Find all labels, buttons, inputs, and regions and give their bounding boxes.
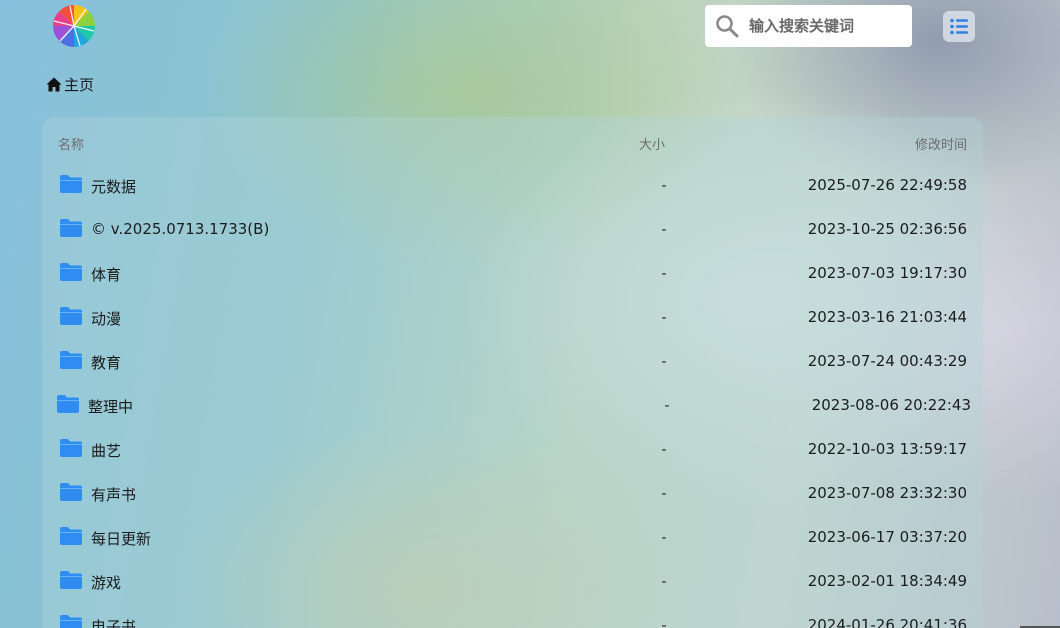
search-input[interactable] bbox=[749, 13, 904, 39]
column-header-size[interactable]: 大小 bbox=[639, 134, 665, 153]
file-name[interactable]: 教育 bbox=[91, 352, 121, 373]
search-box[interactable] bbox=[705, 5, 912, 47]
file-name[interactable]: 每日更新 bbox=[91, 528, 151, 549]
table-row[interactable]: 教育 - 2023-07-24 00:43:29 bbox=[42, 339, 983, 383]
file-size: - bbox=[661, 220, 667, 238]
file-size: - bbox=[661, 352, 667, 370]
table-row[interactable]: 元数据 - 2025-07-26 22:49:58 bbox=[42, 163, 983, 207]
table-row[interactable]: 游戏 - 2023-02-01 18:34:49 bbox=[42, 559, 983, 603]
home-icon bbox=[46, 77, 62, 91]
file-size: - bbox=[664, 396, 670, 414]
file-size: - bbox=[661, 616, 667, 628]
file-name[interactable]: 整理中 bbox=[88, 396, 133, 417]
file-modified-time: 2023-07-24 00:43:29 bbox=[807, 352, 967, 370]
file-modified-time: 2023-08-06 20:22:43 bbox=[811, 396, 971, 414]
folder-icon bbox=[59, 174, 83, 194]
file-modified-time: 2023-03-16 21:03:44 bbox=[807, 308, 967, 326]
file-modified-time: 2023-10-25 02:36:56 bbox=[807, 220, 967, 238]
list-view-icon bbox=[950, 18, 968, 35]
file-size: - bbox=[661, 264, 667, 282]
table-row[interactable]: 每日更新 - 2023-06-17 03:37:20 bbox=[42, 515, 983, 559]
file-modified-time: 2023-07-08 23:32:30 bbox=[807, 484, 967, 502]
search-icon bbox=[716, 15, 739, 38]
site-logo[interactable] bbox=[52, 4, 96, 48]
breadcrumb-label: 主页 bbox=[64, 75, 95, 94]
folder-icon bbox=[59, 614, 83, 628]
file-name[interactable]: 有声书 bbox=[91, 484, 136, 505]
folder-icon bbox=[59, 570, 83, 590]
file-name[interactable]: 元数据 bbox=[91, 176, 136, 197]
folder-icon bbox=[59, 218, 83, 238]
folder-icon bbox=[56, 394, 80, 414]
file-size: - bbox=[661, 528, 667, 546]
breadcrumb-home[interactable]: 主页 bbox=[46, 74, 94, 94]
table-row[interactable]: © v.2025.0713.1733(B) - 2023-10-25 02:36:5… bbox=[42, 207, 983, 251]
file-size: - bbox=[661, 308, 667, 326]
file-name[interactable]: 电子书 bbox=[91, 616, 136, 628]
table-row[interactable]: 动漫 - 2023-03-16 21:03:44 bbox=[42, 295, 983, 339]
file-modified-time: 2022-10-03 13:59:17 bbox=[807, 440, 967, 458]
folder-icon bbox=[59, 526, 83, 546]
file-name[interactable]: 曲艺 bbox=[91, 440, 121, 461]
folder-icon bbox=[59, 438, 83, 458]
file-size: - bbox=[661, 572, 667, 590]
file-size: - bbox=[661, 440, 667, 458]
file-modified-time: 2024-01-26 20:41:36 bbox=[807, 616, 967, 628]
table-row[interactable]: 有声书 - 2023-07-08 23:32:30 bbox=[42, 471, 983, 515]
folder-icon bbox=[59, 350, 83, 370]
file-name[interactable]: 游戏 bbox=[91, 572, 121, 593]
file-name[interactable]: © v.2025.0713.1733(B) bbox=[91, 220, 269, 238]
file-name[interactable]: 动漫 bbox=[91, 308, 121, 329]
folder-icon bbox=[59, 482, 83, 502]
column-header-modified[interactable]: 修改时间 bbox=[915, 134, 967, 153]
list-view-button[interactable] bbox=[943, 11, 975, 42]
file-modified-time: 2025-07-26 22:49:58 bbox=[807, 176, 967, 194]
table-row[interactable]: 体育 - 2023-07-03 19:17:30 bbox=[42, 251, 983, 295]
table-row[interactable]: 曲艺 - 2022-10-03 13:59:17 bbox=[42, 427, 983, 471]
file-size: - bbox=[661, 176, 667, 194]
file-modified-time: 2023-07-03 19:17:30 bbox=[807, 264, 967, 282]
file-modified-time: 2023-06-17 03:37:20 bbox=[807, 528, 967, 546]
folder-icon bbox=[59, 306, 83, 326]
table-row[interactable]: 整理中 - 2023-08-06 20:22:43 bbox=[42, 383, 983, 427]
file-size: - bbox=[661, 484, 667, 502]
folder-icon bbox=[59, 262, 83, 282]
file-modified-time: 2023-02-01 18:34:49 bbox=[807, 572, 967, 590]
table-row[interactable]: 电子书 - 2024-01-26 20:41:36 bbox=[42, 603, 983, 628]
column-header-name[interactable]: 名称 bbox=[58, 134, 84, 153]
file-name[interactable]: 体育 bbox=[91, 264, 121, 285]
